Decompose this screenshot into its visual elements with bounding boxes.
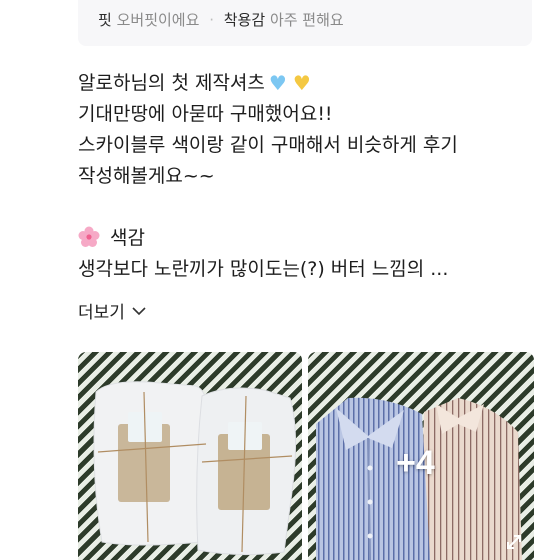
more-button[interactable]: 더보기 [78, 298, 147, 323]
expand-icon[interactable] [504, 532, 524, 552]
yellow-heart-icon: ♥ [292, 71, 311, 95]
review-line: 알로하님의 첫 제작셔츠 ♥ ♥ [78, 68, 548, 99]
fit-value: 오버핏이에요 [116, 11, 200, 29]
chevron-down-icon [132, 306, 146, 315]
wear-label: 착용감 [223, 11, 266, 29]
review-line: 스카이블루 색이랑 같이 구매해서 비슷하게 후기 [78, 134, 458, 156]
review-options: 핏 오버핏이에요 · 착용감 아주 편해요 [98, 9, 344, 30]
wrapped-shirts-image [93, 381, 297, 556]
section-title: 색감 [110, 227, 145, 249]
blue-heart-icon: ♥ [268, 71, 287, 95]
review-body: 알로하님의 첫 제작셔츠 ♥ ♥ 기대만땅에 아묻따 구매했어요!! 스카이블루 색… [78, 68, 548, 285]
review-line: 기대만땅에 아묻따 구매했어요!! [78, 103, 333, 125]
options-separator: · [209, 11, 214, 29]
review-photo-more[interactable]: +4 [308, 352, 534, 560]
more-label: 더보기 [78, 303, 125, 323]
section-heading: 색감 [78, 223, 548, 254]
review-line-text: 알로하님의 첫 제작셔츠 [78, 72, 265, 94]
section-text: 생각보다 노란끼가 많이도는(?) 버터 느낌의 ... [78, 258, 449, 280]
review-photo[interactable] [78, 352, 302, 560]
more-photos-count: +4 [396, 444, 435, 482]
wear-value: 아주 편해요 [269, 11, 344, 29]
fit-label: 핏 [98, 11, 112, 29]
review-line: 작성해볼게요~~ [78, 165, 215, 187]
cherry-blossom-icon [78, 226, 100, 247]
